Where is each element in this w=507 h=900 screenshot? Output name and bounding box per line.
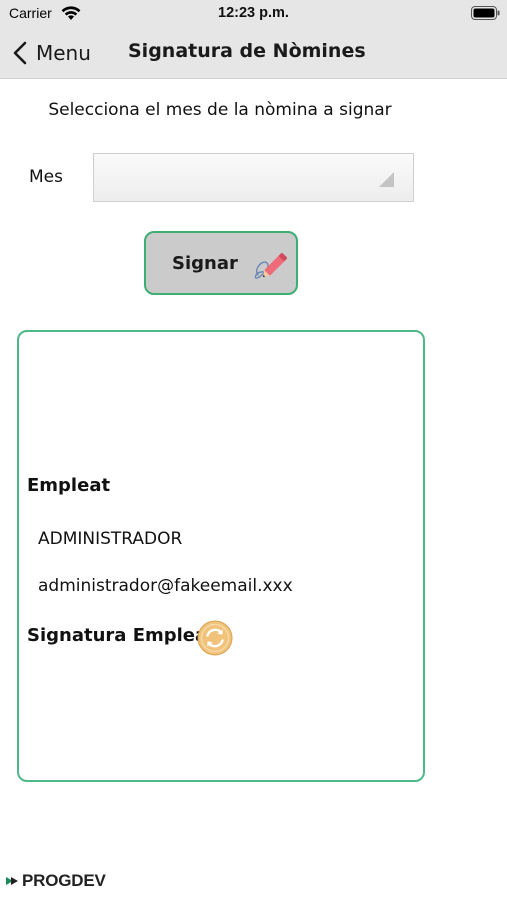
refresh-icon[interactable] (197, 620, 233, 656)
status-bar: Carrier 12:23 p.m. (0, 0, 507, 28)
status-time: 12:23 p.m. (218, 5, 289, 21)
navigation-bar: Menu Signatura de Nòmines (0, 28, 507, 79)
page-title: Signatura de Nòmines (128, 40, 366, 62)
back-button[interactable]: Menu (12, 38, 91, 68)
triangle-down-icon (379, 172, 394, 187)
chevron-left-icon (13, 41, 27, 65)
employee-heading: Empleat (27, 475, 111, 496)
month-label: Mes (29, 167, 63, 187)
sign-button-label: Signar (172, 253, 238, 274)
battery-icon (471, 6, 500, 20)
logo-text: PROGDEV (22, 871, 106, 890)
month-select[interactable] (93, 153, 414, 202)
month-prompt: Selecciona el mes de la nòmina a signar (48, 100, 392, 120)
back-label: Menu (36, 41, 91, 65)
employee-name: ADMINISTRADOR (38, 529, 183, 549)
pen-signature-icon (254, 253, 287, 279)
signature-heading: Signatura Empleat (27, 625, 216, 646)
employee-panel: Empleat ADMINISTRADOR administrador@fake… (17, 330, 425, 782)
employee-email: administrador@fakeemail.xxx (38, 576, 293, 596)
logo-mark-icon (6, 877, 18, 885)
progdev-logo: PROGDEV (6, 871, 106, 891)
sign-button[interactable]: Signar (144, 231, 298, 295)
